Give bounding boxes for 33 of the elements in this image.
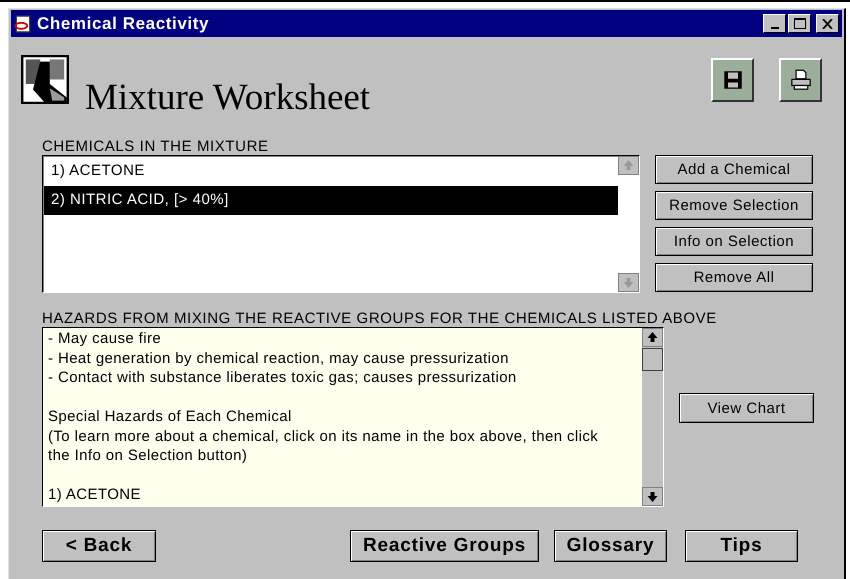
save-button[interactable]: [711, 58, 754, 102]
nav-button[interactable]: < Back: [42, 530, 156, 562]
hazard-text: - May cause fire: [48, 329, 162, 348]
logo-icon: [21, 55, 69, 104]
view-chart-button[interactable]: View Chart: [679, 393, 814, 423]
scrollbar[interactable]: [618, 156, 639, 292]
minimize-button[interactable]: [763, 14, 786, 33]
nav-button[interactable]: Glossary: [554, 530, 667, 562]
minimize-icon: [770, 26, 778, 28]
scrollbar[interactable]: [642, 328, 663, 506]
action-button[interactable]: Info on Selection: [655, 227, 813, 256]
maximize-button[interactable]: [788, 14, 811, 33]
section-label: HAZARDS FROM MIXING THE REACTIVE GROUPS FOR THE CHEMICALS LISTED ABOVE: [42, 310, 718, 327]
hazard-text: (To learn more about a chemical, click on its name in the box above, then click the Info on Selection button): [48, 426, 600, 466]
hazard-text: 1) ACETONE: [48, 485, 142, 504]
list-item[interactable]: 2) NITRIC ACID, [> 40%]: [44, 186, 618, 215]
hazard-text: - Contact with substance liberates toxic gas; causes pressurization: [48, 368, 518, 388]
nav-button[interactable]: Reactive Groups: [350, 530, 539, 562]
action-button[interactable]: Remove Selection: [655, 191, 813, 220]
close-button[interactable]: [816, 14, 839, 33]
printer-icon: [790, 69, 812, 91]
hazard-text: - Heat generation by chemical reaction, may cause pressurization: [48, 348, 510, 368]
hazard-text: Special Hazards of Each Chemical: [48, 407, 293, 426]
app-icon: [14, 14, 32, 32]
window-title: Chemical Reactivity: [37, 14, 210, 34]
page-title: Mixture Worksheet: [85, 79, 372, 116]
action-button[interactable]: Add a Chemical: [655, 155, 813, 184]
nav-button[interactable]: Tips: [685, 530, 798, 562]
section-label: CHEMICALS IN THE MIXTURE: [42, 138, 270, 155]
close-icon: [822, 18, 833, 28]
print-button[interactable]: [779, 58, 822, 102]
maximize-icon: [794, 18, 806, 29]
action-button[interactable]: Remove All: [655, 263, 813, 292]
